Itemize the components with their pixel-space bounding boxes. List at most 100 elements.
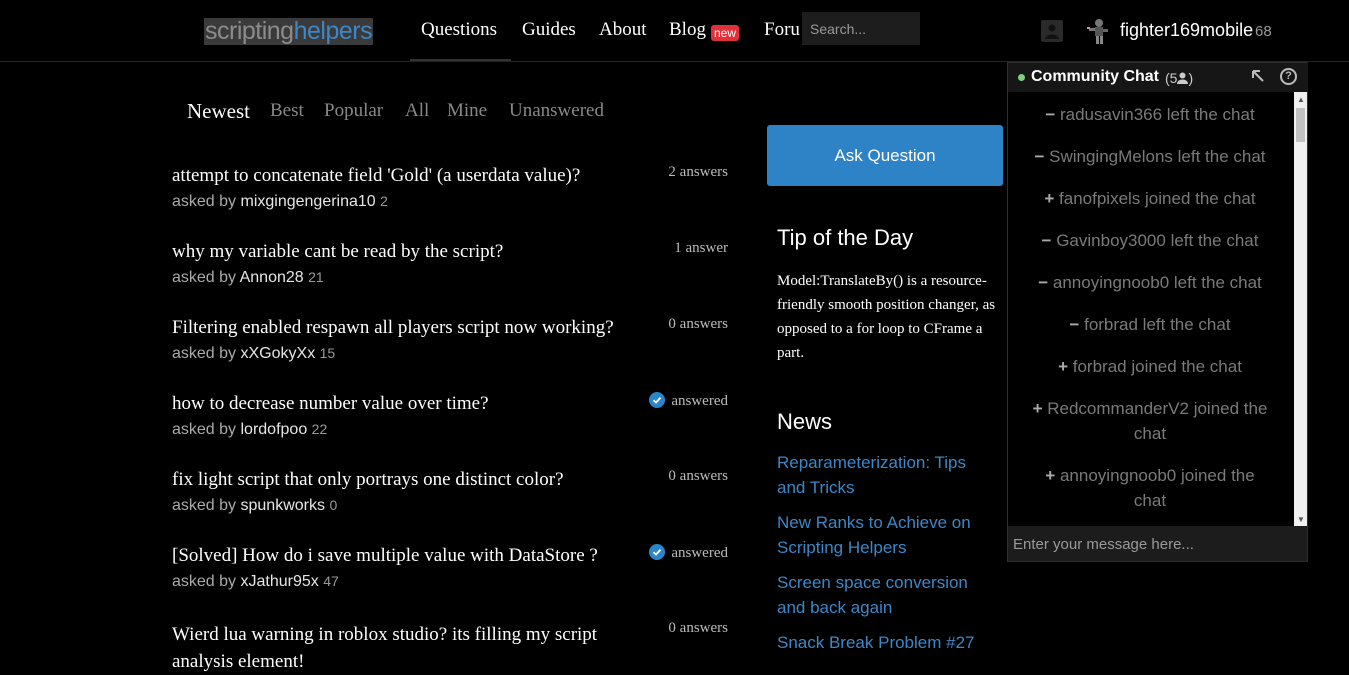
chat-message-text: fanofpixels joined the chat bbox=[1059, 189, 1256, 208]
question-author[interactable]: Annon28 bbox=[240, 269, 304, 286]
chat-user-count: (5) bbox=[1165, 70, 1193, 86]
logo-part-helpers: helpers bbox=[293, 17, 373, 45]
question-author[interactable]: spunkworks bbox=[241, 497, 325, 514]
tab-unanswered[interactable]: Unanswered bbox=[509, 100, 604, 122]
question-meta: asked by xJathur95x 47 bbox=[172, 573, 339, 591]
joined-plus-icon: + bbox=[1045, 466, 1056, 485]
asked-by-label: asked by bbox=[172, 573, 237, 590]
scrollbar-thumb[interactable] bbox=[1296, 108, 1305, 142]
tab-newest[interactable]: Newest bbox=[187, 99, 250, 124]
author-reputation: 0 bbox=[329, 497, 338, 513]
question-title[interactable]: Wierd lua warning in roblox studio? its … bbox=[172, 621, 642, 675]
chat-message: − annoyingnoob0 left the chat bbox=[1008, 270, 1292, 295]
online-status-icon bbox=[1018, 74, 1025, 81]
nav-active-underline bbox=[410, 59, 511, 61]
answered-check-icon bbox=[649, 544, 666, 560]
news-link[interactable]: New Ranks to Achieve on Scripting Helper… bbox=[777, 510, 992, 560]
logo-part-scripting: scripting bbox=[205, 17, 294, 45]
chat-title: Community Chat bbox=[1031, 68, 1159, 85]
tab-all[interactable]: All bbox=[405, 100, 429, 122]
chat-message: − SwingingMelons left the chat bbox=[1008, 144, 1292, 169]
question-title[interactable]: how to decrease number value over time? bbox=[172, 393, 489, 415]
chat-message: + forbrad joined the chat bbox=[1008, 354, 1292, 379]
news-heading: News bbox=[777, 409, 833, 434]
asked-by-label: asked by bbox=[172, 345, 237, 362]
tab-mine[interactable]: Mine bbox=[447, 100, 487, 122]
chat-message-input[interactable] bbox=[1008, 527, 1307, 561]
tab-best[interactable]: Best bbox=[270, 100, 304, 122]
tip-text: Model:TranslateBy() is a resource-friend… bbox=[777, 273, 996, 361]
answered-label: answered bbox=[671, 393, 728, 409]
question-author[interactable]: mixgingengerina10 bbox=[241, 193, 376, 210]
joined-plus-icon: + bbox=[1058, 357, 1069, 376]
author-reputation: 2 bbox=[380, 193, 388, 209]
chat-message-text: forbrad left the chat bbox=[1084, 315, 1231, 334]
news-link[interactable]: Snack Break Problem #27 bbox=[777, 630, 992, 655]
notification-icon[interactable] bbox=[1041, 20, 1063, 42]
community-chat-panel: Community Chat (5) ? − radusavin366 left… bbox=[1007, 62, 1308, 562]
question-title[interactable]: Filtering enabled respawn all players sc… bbox=[172, 317, 614, 339]
question-title[interactable]: why my variable cant be read by the scri… bbox=[172, 241, 503, 263]
ask-question-button[interactable]: Ask Question bbox=[767, 125, 1003, 186]
nav-questions[interactable]: Questions bbox=[421, 19, 497, 41]
popout-arrow-icon[interactable] bbox=[1250, 68, 1266, 84]
asked-by-label: asked by bbox=[172, 497, 237, 514]
user-icon bbox=[1177, 72, 1189, 84]
user-avatar[interactable] bbox=[1086, 17, 1112, 45]
news-link[interactable]: Reparameterization: Tips and Tricks bbox=[777, 450, 992, 500]
search-input[interactable] bbox=[802, 12, 920, 45]
joined-plus-icon: + bbox=[1044, 189, 1055, 208]
question-title[interactable]: [Solved] How do i save multiple value wi… bbox=[172, 545, 598, 567]
question-title[interactable]: attempt to concatenate field 'Gold' (a u… bbox=[172, 165, 580, 187]
left-minus-icon: − bbox=[1034, 147, 1045, 166]
site-logo[interactable]: scriptinghelpers bbox=[204, 17, 374, 45]
left-minus-icon: − bbox=[1069, 315, 1080, 334]
question-author[interactable]: xXGokyXx bbox=[241, 345, 316, 362]
chat-message: − Gavinboy3000 left the chat bbox=[1008, 228, 1292, 253]
chat-message-text: forbrad joined the chat bbox=[1072, 357, 1242, 376]
asked-by-label: asked by bbox=[172, 421, 237, 438]
chat-message: − radusavin366 left the chat bbox=[1008, 102, 1292, 127]
nav-blog[interactable]: Blog bbox=[669, 19, 706, 41]
chat-header: Community Chat (5) ? bbox=[1008, 63, 1308, 92]
chat-message-text: Gavinboy3000 left the chat bbox=[1056, 231, 1259, 250]
question-meta: asked by spunkworks 0 bbox=[172, 497, 337, 515]
chat-message: + annoyingnoob0 joined the chat bbox=[1030, 463, 1270, 513]
nav-guides[interactable]: Guides bbox=[522, 19, 576, 41]
top-navbar: scriptinghelpers Questions Guides About … bbox=[0, 0, 1349, 62]
question-meta: asked by Annon28 21 bbox=[172, 269, 324, 287]
scroll-down-arrow-icon[interactable]: ▼ bbox=[1297, 515, 1305, 524]
username[interactable]: fighter169mobile bbox=[1120, 20, 1253, 41]
answer-count: 2 answers bbox=[668, 164, 728, 180]
question-author[interactable]: lordofpoo bbox=[241, 421, 308, 438]
scroll-up-arrow-icon[interactable]: ▲ bbox=[1297, 95, 1305, 104]
tab-popular[interactable]: Popular bbox=[324, 100, 383, 122]
chat-message-text: RedcommanderV2 joined the chat bbox=[1047, 399, 1268, 443]
question-meta: asked by mixgingengerina10 2 bbox=[172, 193, 388, 211]
chat-message: + RedcommanderV2 joined the chat bbox=[1030, 396, 1270, 446]
chat-scrollbar[interactable]: ▲ ▼ bbox=[1294, 92, 1307, 526]
nav-about[interactable]: About bbox=[599, 19, 647, 41]
user-reputation: 68 bbox=[1255, 23, 1272, 40]
question-title[interactable]: fix light script that only portrays one … bbox=[172, 469, 564, 491]
asked-by-label: asked by bbox=[172, 193, 237, 210]
chat-message-text: annoyingnoob0 left the chat bbox=[1052, 273, 1262, 292]
left-minus-icon: − bbox=[1038, 273, 1049, 292]
answered-status: answered bbox=[649, 392, 728, 410]
asked-by-label: asked by bbox=[172, 269, 237, 286]
answered-status: answered bbox=[649, 544, 728, 562]
tip-heading: Tip of the Day bbox=[777, 225, 914, 250]
answer-count: 0 answers bbox=[668, 316, 728, 332]
left-minus-icon: − bbox=[1045, 105, 1056, 124]
answer-count: 1 answer bbox=[674, 240, 728, 256]
chat-count-close: ) bbox=[1188, 70, 1194, 86]
blog-new-badge: new bbox=[711, 25, 740, 41]
help-icon[interactable]: ? bbox=[1280, 68, 1297, 85]
news-link[interactable]: Screen space conversion and back again bbox=[777, 570, 992, 620]
question-meta: asked by lordofpoo 22 bbox=[172, 421, 327, 439]
nav-forum[interactable]: Foru bbox=[764, 19, 800, 41]
answer-count: 0 answers bbox=[668, 620, 728, 636]
answer-count: 0 answers bbox=[668, 468, 728, 484]
chat-message: + fanofpixels joined the chat bbox=[1008, 186, 1292, 211]
question-author[interactable]: xJathur95x bbox=[241, 573, 319, 590]
